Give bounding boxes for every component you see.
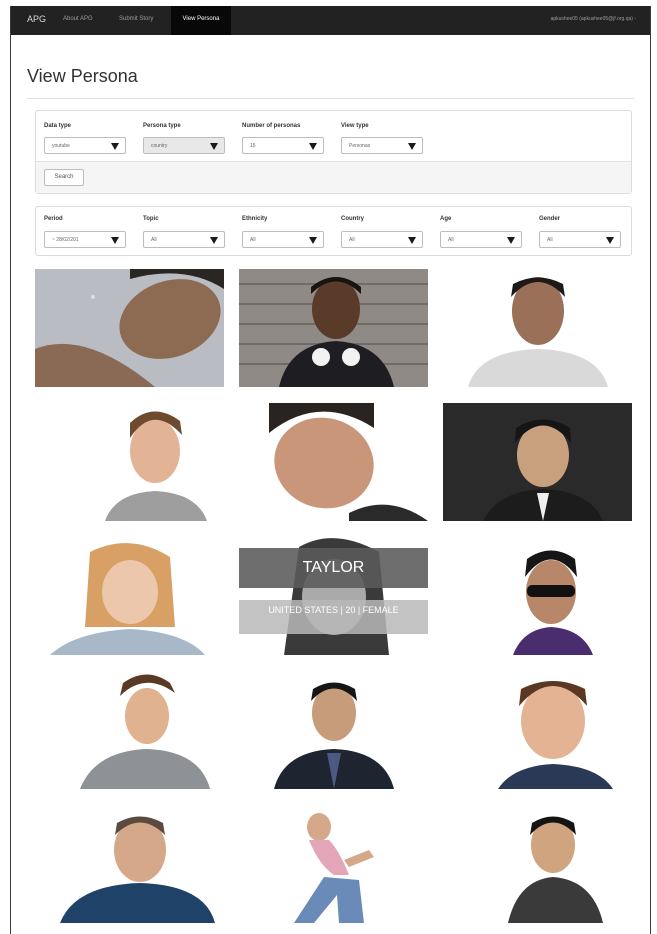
- persona-photo[interactable]: [443, 269, 632, 387]
- ethnicity-label: Ethnicity: [242, 216, 268, 222]
- caret-down-icon: [111, 237, 119, 244]
- view-type-value: Personas: [349, 143, 371, 149]
- gender-value: All: [547, 237, 553, 243]
- age-label: Age: [440, 216, 452, 222]
- persona-photo[interactable]: [239, 671, 428, 789]
- page-title: View Persona: [27, 66, 138, 86]
- caret-down-icon: [210, 143, 218, 150]
- period-value: ~ 28/02/201: [52, 237, 79, 243]
- topic-value: All: [151, 237, 157, 243]
- caret-down-icon: [507, 237, 515, 244]
- gender-select[interactable]: All: [539, 231, 621, 248]
- age-select[interactable]: All: [440, 231, 522, 248]
- persona-options-panel: Data type youtube Persona type country N…: [35, 110, 632, 194]
- nav-about-apg[interactable]: About APG: [63, 16, 93, 22]
- persona-photo[interactable]: [35, 805, 224, 923]
- persona-photo[interactable]: [443, 537, 632, 655]
- persona-photo[interactable]: [239, 805, 428, 923]
- persona-photo[interactable]: [35, 537, 224, 655]
- persona-photo[interactable]: [443, 403, 632, 521]
- persona-type-label: Persona type: [143, 123, 181, 129]
- persona-type-select[interactable]: country: [143, 137, 225, 154]
- ethnicity-value: All: [250, 237, 256, 243]
- country-label: Country: [341, 216, 364, 222]
- data-type-select[interactable]: youtube: [44, 137, 126, 154]
- persona-name-overlay: TAYLOR: [239, 548, 428, 588]
- browser-frame: APG About APG Submit Story View Persona …: [10, 6, 651, 934]
- view-type-select[interactable]: Personas: [341, 137, 423, 154]
- persona-type-value: country: [151, 143, 168, 149]
- persona-photo[interactable]: [443, 805, 632, 923]
- nav-submit-story[interactable]: Submit Story: [119, 16, 153, 22]
- persona-photo[interactable]: [239, 403, 428, 521]
- brand-link[interactable]: APG: [27, 14, 46, 24]
- nav-view-persona[interactable]: View Persona: [171, 6, 231, 35]
- caret-down-icon: [408, 237, 416, 244]
- period-label: Period: [44, 216, 63, 222]
- persona-photo[interactable]: [35, 269, 224, 387]
- caret-down-icon: [111, 143, 119, 150]
- persona-photo[interactable]: [239, 269, 428, 387]
- persona-info-overlay: UNITED STATES | 20 | FEMALE: [239, 600, 428, 634]
- persona-photo[interactable]: [35, 403, 224, 521]
- ethnicity-select[interactable]: All: [242, 231, 324, 248]
- data-type-label: Data type: [44, 123, 72, 129]
- num-personas-value: 15: [250, 143, 256, 149]
- topic-select[interactable]: All: [143, 231, 225, 248]
- country-select[interactable]: All: [341, 231, 423, 248]
- caret-down-icon: [309, 143, 317, 150]
- caret-down-icon: [408, 143, 416, 150]
- topic-label: Topic: [143, 216, 159, 222]
- num-personas-label: Number of personas: [242, 123, 301, 129]
- persona-photo[interactable]: [35, 671, 224, 789]
- period-select[interactable]: ~ 28/02/201: [44, 231, 126, 248]
- country-value: All: [349, 237, 355, 243]
- gender-label: Gender: [539, 216, 561, 222]
- view-type-label: View type: [341, 123, 369, 129]
- panel-footer: Search: [36, 161, 631, 193]
- caret-down-icon: [309, 237, 317, 244]
- age-value: All: [448, 237, 454, 243]
- persona-photo[interactable]: [443, 671, 632, 789]
- title-divider: [27, 98, 634, 99]
- data-type-value: youtube: [52, 143, 70, 149]
- caret-down-icon: [606, 237, 614, 244]
- search-button[interactable]: Search: [44, 169, 84, 186]
- user-menu[interactable]: apkushee05 (apkushee05@jf.org.qa) -: [551, 16, 636, 22]
- num-personas-select[interactable]: 15: [242, 137, 324, 154]
- caret-down-icon: [210, 237, 218, 244]
- persona-filters-panel: Period ~ 28/02/201 Topic All Ethnicity A…: [35, 206, 632, 256]
- navbar: APG About APG Submit Story View Persona …: [11, 6, 650, 35]
